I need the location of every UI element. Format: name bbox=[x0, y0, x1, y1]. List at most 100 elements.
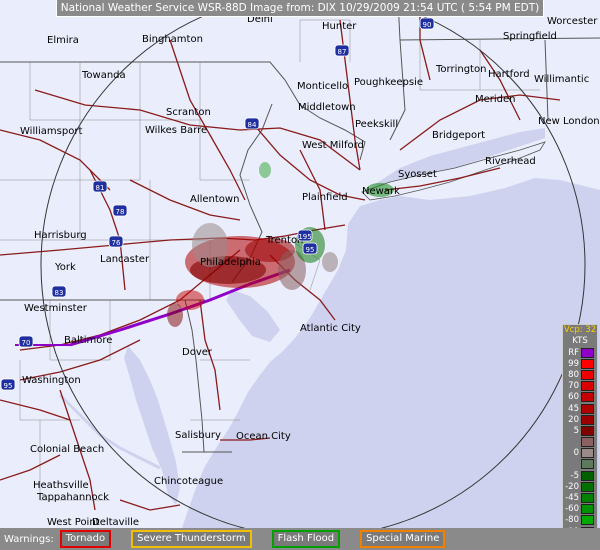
legend-row: 45 bbox=[563, 403, 597, 414]
city-label: Syosset bbox=[398, 169, 437, 180]
city-label: Scranton bbox=[166, 107, 211, 118]
legend-color-swatch bbox=[581, 515, 594, 526]
legend-row: RF bbox=[563, 347, 597, 358]
legend-value-label: -60 bbox=[565, 504, 579, 515]
city-label: Elmira bbox=[47, 35, 79, 46]
city-label: Middletown bbox=[298, 102, 356, 113]
warnings-label: Warnings: bbox=[4, 533, 54, 545]
city-label: Torrington bbox=[435, 64, 486, 75]
units-label: KTS bbox=[572, 336, 588, 346]
interstate-shield: 95 bbox=[306, 246, 315, 254]
city-label: Deltaville bbox=[92, 517, 139, 528]
legend-row: 70 bbox=[563, 381, 597, 392]
city-label: Riverhead bbox=[485, 156, 536, 167]
legend-value-label: 45 bbox=[568, 403, 579, 414]
city-label: Westminster bbox=[24, 303, 88, 314]
interstate-shield: 83 bbox=[55, 289, 64, 297]
city-label: Allentown bbox=[190, 194, 239, 205]
legend-value-label: RF bbox=[568, 347, 579, 358]
tornado-warning-button[interactable]: Tornado bbox=[59, 530, 112, 548]
radar-map: Elmira Binghamton Delhi Hunter Worcester… bbox=[0, 0, 600, 528]
city-label: Wilkes Barre bbox=[145, 125, 207, 136]
city-label: Chincoteague bbox=[154, 476, 223, 487]
interstate-shield: 90 bbox=[423, 21, 432, 29]
legend-value-label: -80 bbox=[565, 515, 579, 526]
velocity-legend: Vcp: 32 KTS RF 99 80 70 60 45 20 5 0 -5 -20 -45 -60-… bbox=[562, 324, 598, 548]
radar-viewer: Elmira Binghamton Delhi Hunter Worcester… bbox=[0, 0, 600, 550]
legend-row: -20 bbox=[563, 481, 597, 492]
legend-color-swatch bbox=[581, 381, 594, 392]
city-label: Binghamton bbox=[142, 34, 203, 45]
legend-row bbox=[563, 459, 597, 470]
legend-value-label: 20 bbox=[568, 414, 579, 425]
city-label: York bbox=[54, 262, 76, 273]
city-label: Williamsport bbox=[20, 126, 82, 137]
legend-value-label: -45 bbox=[565, 493, 579, 504]
legend-row: 60 bbox=[563, 392, 597, 403]
legend-row: -60 bbox=[563, 504, 597, 515]
legend-color-swatch bbox=[581, 481, 594, 492]
city-label: Peekskill bbox=[355, 119, 398, 130]
legend-row: 99 bbox=[563, 358, 597, 369]
legend-value-label: 70 bbox=[568, 381, 579, 392]
interstate-shield: 70 bbox=[22, 339, 31, 347]
city-label: Colonial Beach bbox=[30, 444, 104, 455]
legend-value-label: -5 bbox=[570, 470, 579, 481]
legend-row: 20 bbox=[563, 414, 597, 425]
city-label: Monticello bbox=[297, 81, 348, 92]
legend-row: 5 bbox=[563, 425, 597, 436]
city-label: Ocean City bbox=[236, 431, 291, 442]
city-label: Towanda bbox=[81, 70, 126, 81]
legend-color-swatch bbox=[581, 470, 594, 481]
flash-flood-warning-button[interactable]: Flash Flood bbox=[271, 530, 341, 548]
interstate-shield: 195 bbox=[298, 233, 311, 241]
city-label: Hunter bbox=[322, 21, 357, 32]
interstate-shield: 95 bbox=[4, 382, 13, 390]
legend-value-label: -20 bbox=[565, 481, 579, 492]
legend-row bbox=[563, 437, 597, 448]
legend-row: 80 bbox=[563, 369, 597, 380]
city-label: Bridgeport bbox=[432, 130, 485, 141]
city-label: Plainfield bbox=[302, 192, 348, 203]
legend-row: -5 bbox=[563, 470, 597, 481]
legend-color-swatch bbox=[581, 448, 594, 459]
legend-value-label: 5 bbox=[573, 425, 579, 436]
city-label: West Milford bbox=[302, 140, 364, 151]
city-label: Tappahannock bbox=[36, 492, 109, 503]
city-label: Springfield bbox=[503, 31, 557, 42]
legend-value-label: 80 bbox=[568, 369, 579, 380]
vcp-label: Vcp: 32 bbox=[563, 325, 597, 335]
legend-color-swatch bbox=[581, 403, 594, 414]
warnings-bar: Warnings: Tornado Severe Thunderstorm Fl… bbox=[0, 528, 600, 550]
legend-row: -45 bbox=[563, 492, 597, 504]
city-label: Poughkeepsie bbox=[354, 77, 423, 88]
city-label: Hartford bbox=[488, 69, 530, 80]
legend-color-swatch bbox=[581, 392, 594, 403]
special-marine-warning-button[interactable]: Special Marine bbox=[360, 530, 446, 548]
interstate-shield: 76 bbox=[112, 239, 121, 247]
city-label: Willimantic bbox=[534, 74, 589, 85]
city-label: Newark bbox=[362, 186, 400, 197]
legend-color-swatch bbox=[581, 425, 594, 436]
severe-thunderstorm-warning-button[interactable]: Severe Thunderstorm bbox=[131, 530, 252, 548]
legend-value-label: 99 bbox=[568, 358, 579, 369]
city-label: Harrisburg bbox=[34, 230, 87, 241]
city-label: Baltimore bbox=[64, 335, 112, 346]
legend-color-swatch bbox=[581, 493, 594, 504]
legend-color-swatch bbox=[581, 437, 594, 448]
city-label: Worcester bbox=[547, 16, 598, 27]
interstate-shield: 81 bbox=[96, 184, 105, 192]
city-label: Lancaster bbox=[100, 254, 150, 265]
legend-color-swatch bbox=[581, 358, 594, 369]
interstate-shield: 78 bbox=[116, 208, 125, 216]
interstate-shield: 87 bbox=[338, 48, 347, 56]
legend-value-label: 60 bbox=[568, 392, 579, 403]
interstate-shield: 84 bbox=[248, 121, 257, 129]
city-label: Philadelphia bbox=[200, 257, 261, 268]
legend-value-label: 0 bbox=[573, 448, 579, 459]
city-label: New London bbox=[538, 116, 600, 127]
city-label: Heathsville bbox=[33, 480, 89, 491]
city-label: Atlantic City bbox=[300, 323, 361, 334]
legend-color-swatch bbox=[581, 414, 594, 425]
legend-row: -80 bbox=[563, 515, 597, 526]
